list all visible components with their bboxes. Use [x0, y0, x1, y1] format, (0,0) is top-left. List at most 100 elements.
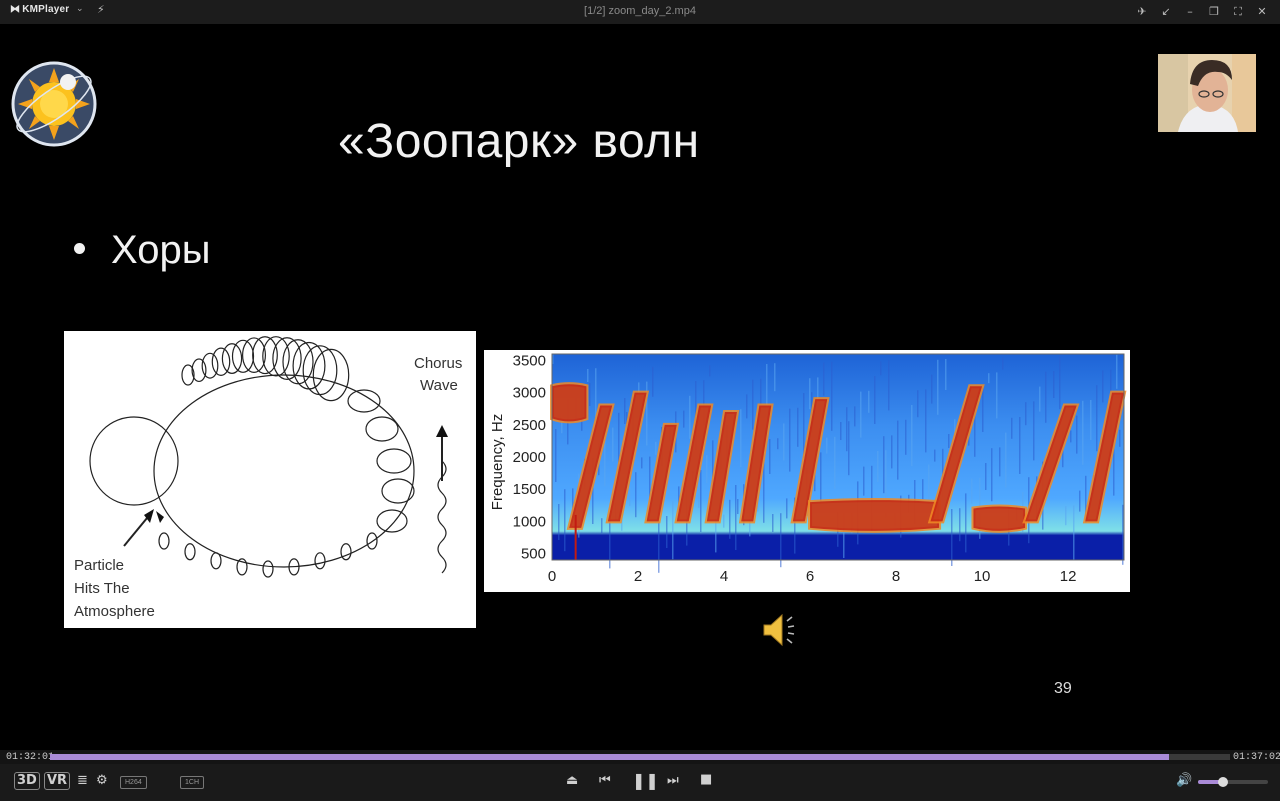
- gyration-loop: [376, 509, 408, 533]
- volume-slider[interactable]: [1198, 777, 1268, 787]
- x-tick-label: 12: [1060, 568, 1077, 585]
- speaker-icon[interactable]: [760, 610, 800, 650]
- noise-streak: [655, 441, 657, 455]
- noise-streak: [1070, 430, 1072, 443]
- noise-streak: [1116, 354, 1118, 389]
- previous-icon[interactable]: ⏮: [599, 773, 611, 788]
- noise-streak: [700, 470, 702, 532]
- noise-streak: [777, 438, 779, 450]
- noise-streak: [1025, 402, 1027, 426]
- noise-streak: [652, 366, 654, 397]
- bullet-item: Хоры: [74, 228, 210, 273]
- noise-streak: [874, 376, 876, 424]
- volume-knob[interactable]: [1217, 777, 1228, 787]
- video-area[interactable]: «Зоопарк» волн Хоры Chorus Wave Particle…: [0, 24, 1280, 750]
- noise-streak: [959, 508, 961, 542]
- y-tick-label: 2000: [513, 449, 546, 466]
- mini-mode-icon[interactable]: ↙: [1156, 3, 1176, 21]
- noise-streak: [891, 435, 893, 469]
- noise-streak: [917, 390, 919, 418]
- gyration-loop: [292, 341, 326, 390]
- window-controls: ✈ ↙ – ❐ ⛶ ✕: [1132, 3, 1272, 21]
- playlist-icon[interactable]: ≣: [77, 773, 88, 788]
- noise-streak: [558, 504, 560, 540]
- noise-streak: [948, 434, 950, 448]
- chorus-element-core: [552, 384, 587, 422]
- seek-bar[interactable]: [50, 754, 1230, 760]
- volume-icon[interactable]: 🔊: [1176, 773, 1192, 788]
- gyration-loop: [302, 345, 338, 396]
- restore-button[interactable]: ❐: [1204, 3, 1224, 21]
- noise-streak: [587, 369, 589, 382]
- window-title: [1/2] zoom_day_2.mp4: [584, 5, 696, 17]
- noise-streak: [951, 509, 953, 566]
- chorus-diagram: Chorus Wave Particle Hits The Atmosphere: [64, 331, 476, 628]
- noise-streak: [1090, 400, 1092, 440]
- noise-streak: [925, 389, 927, 453]
- fullscreen-button[interactable]: ⛶: [1228, 3, 1248, 21]
- current-time: 01:32:01: [6, 752, 55, 763]
- seek-row: 01:32:01 01:37:02: [0, 750, 1280, 764]
- x-tick-label: 0: [548, 568, 556, 585]
- gyration-loop: [314, 552, 326, 570]
- noise-streak: [823, 362, 825, 396]
- noise-streak: [971, 478, 973, 504]
- noise-streak: [737, 499, 739, 514]
- settings-gear-icon[interactable]: ⚙: [96, 773, 108, 788]
- noise-streak: [840, 422, 842, 440]
- vr-button[interactable]: VR: [44, 772, 71, 790]
- noise-streak: [769, 439, 771, 474]
- gyration-loop: [201, 352, 219, 379]
- close-button[interactable]: ✕: [1252, 3, 1272, 21]
- noise-streak: [937, 359, 939, 415]
- noise-streak: [1005, 432, 1007, 488]
- noise-streak: [797, 407, 799, 447]
- x-tick-label: 4: [720, 568, 728, 585]
- 3d-button[interactable]: 3D: [14, 772, 40, 790]
- noise-streak: [831, 361, 833, 431]
- gyration-loop: [381, 478, 415, 504]
- pin-icon[interactable]: ✈: [1132, 3, 1152, 21]
- noise-streak: [1079, 490, 1081, 512]
- noise-streak: [888, 360, 890, 411]
- noise-streak: [609, 517, 611, 569]
- hits-label: Hits The: [74, 580, 130, 597]
- noise-streak: [1002, 357, 1004, 370]
- noise-streak: [555, 429, 557, 482]
- spectrogram-svg: Frequency, Hz 500 1000 1500 2000 2500 3000 350…: [489, 352, 1127, 585]
- y-axis-label: Frequency, Hz: [489, 414, 506, 510]
- gyration-loop: [365, 416, 399, 442]
- noise-streak: [1119, 429, 1121, 447]
- noise-streak: [780, 513, 782, 568]
- y-tick-label: 3500: [513, 352, 546, 369]
- gyration-loop: [210, 552, 222, 570]
- gyration-loop: [184, 543, 196, 561]
- next-icon[interactable]: ⏭: [667, 773, 679, 788]
- noise-streak: [897, 420, 899, 480]
- channels-badge: 1CH: [180, 776, 205, 789]
- noise-streak: [595, 368, 597, 418]
- gyration-loop: [191, 358, 207, 383]
- gyration-loop: [312, 348, 350, 402]
- noise-streak: [1082, 400, 1084, 465]
- noise-streak: [1045, 371, 1047, 423]
- noise-streak: [854, 406, 856, 427]
- noise-streak: [689, 395, 691, 439]
- minimize-button[interactable]: –: [1180, 3, 1200, 21]
- noise-streak: [988, 373, 990, 384]
- noise-streak: [931, 374, 933, 404]
- noise-streak: [826, 437, 828, 454]
- gyration-loop: [262, 336, 290, 377]
- bullet-text: Хоры: [111, 228, 211, 272]
- noise-streak: [809, 378, 811, 410]
- chorus-element-core: [810, 500, 940, 531]
- noise-streak: [635, 472, 637, 518]
- stop-icon[interactable]: ■: [700, 772, 712, 787]
- eject-icon[interactable]: ⏏: [566, 773, 578, 788]
- noise-streak: [1033, 401, 1035, 461]
- noise-streak: [706, 455, 708, 484]
- noise-streak: [820, 452, 822, 503]
- noise-streak: [760, 378, 762, 405]
- noise-streak: [1019, 417, 1021, 474]
- pause-icon[interactable]: ❚❚: [632, 771, 659, 790]
